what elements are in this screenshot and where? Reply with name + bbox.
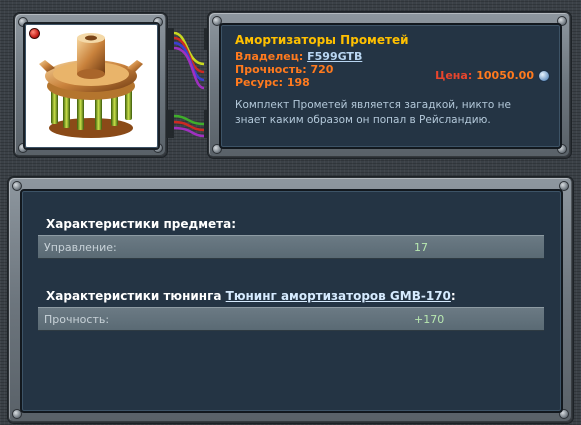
resource-label: Ресурс: [235,76,284,89]
durability-value: 720 [310,63,334,76]
price-label: Цена: [435,69,473,82]
item-description: Комплект Прометей является загадкой, ник… [235,99,511,126]
characteristics-frame: Характеристики предмета: Управление: 17 … [8,177,573,423]
item-title: Амортизаторы Прометей [235,33,409,47]
coin-icon [538,69,550,82]
owner-row: Владелец: F599GTB [235,50,362,63]
durability-row: Прочность: 720 [235,63,333,76]
shock-absorber-image [39,33,143,138]
durability-label: Прочность: [235,63,307,76]
price: Цена: 10050.00 [435,69,550,82]
tuning-title-prefix: Характеристики тюнинга [46,289,222,303]
stat-row: Управление: 17 [38,235,544,259]
owner-link[interactable]: F599GTB [307,50,362,63]
item-info-panel: Амортизаторы Прометей Владелец: F599GTB … [219,23,562,149]
owner-label: Владелец: [235,50,304,63]
resource-row: Ресурс: 198 [235,76,310,89]
tuning-link[interactable]: Тюнинг амортизаторов GMB-170 [226,289,451,303]
stat-value: 17 [414,241,428,254]
tuning-characteristics-title: Характеристики тюнинга Тюнинг амортизато… [46,289,456,303]
item-image-box [23,22,160,150]
stat-row: Прочность: +170 [38,307,544,331]
tuning-title-suffix: : [450,289,456,303]
characteristics-panel: Характеристики предмета: Управление: 17 … [20,189,563,413]
connector-cables [166,28,212,138]
resource-value: 198 [286,76,310,89]
stat-label: Управление: [44,241,117,254]
item-image-frame [14,13,167,157]
price-value: 10050.00 [476,69,534,82]
item-characteristics-title: Характеристики предмета: [46,217,236,231]
stat-value: +170 [414,313,445,326]
stat-label: Прочность: [44,313,110,326]
item-info-frame: Амортизаторы Прометей Владелец: F599GTB … [208,12,571,158]
red-led-icon [29,28,40,39]
